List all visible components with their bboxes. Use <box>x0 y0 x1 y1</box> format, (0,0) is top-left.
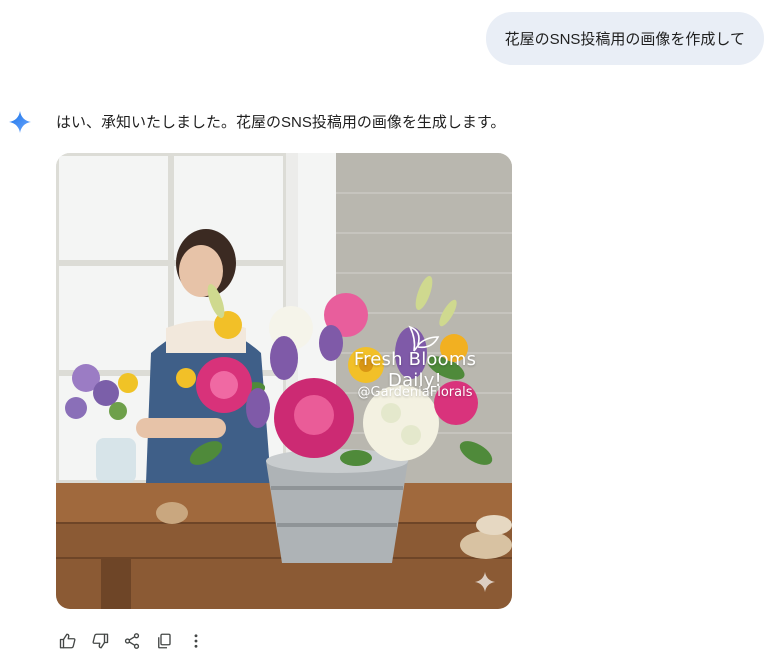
image-overlay-handle: @GardeniaFlorals <box>357 385 473 400</box>
generated-image[interactable]: Fresh Blooms Daily! @GardeniaFlorals <box>56 153 512 609</box>
thumbs-up-button[interactable] <box>52 628 84 654</box>
user-message-text: 花屋のSNS投稿用の画像を作成して <box>504 31 745 48</box>
response-text: はい、承知いたしました。花屋のSNS投稿用の画像を生成します。 <box>56 114 506 131</box>
thumbs-down-icon <box>92 633 109 649</box>
copy-icon <box>158 633 171 649</box>
thumbs-up-icon <box>59 633 76 649</box>
more-vert-icon <box>194 634 198 648</box>
share-icon <box>124 633 140 649</box>
ai-watermark-icon <box>474 571 496 593</box>
chat-page: 花屋のSNS投稿用の画像を作成して はい、承知いたしました。花屋のSNS投稿用の… <box>0 0 776 662</box>
user-message-bubble: 花屋のSNS投稿用の画像を作成して <box>485 12 764 65</box>
copy-button[interactable] <box>148 628 180 654</box>
response-action-bar <box>52 628 212 654</box>
thumbs-down-button[interactable] <box>84 628 116 654</box>
gemini-spark-icon <box>9 111 31 133</box>
more-options-button[interactable] <box>180 628 212 654</box>
share-button[interactable] <box>116 628 148 654</box>
